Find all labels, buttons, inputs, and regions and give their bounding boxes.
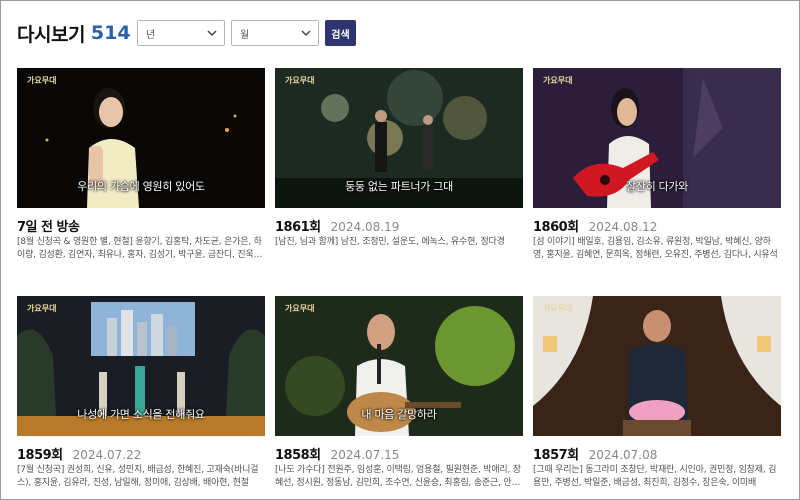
- episode-description[interactable]: [그때 우리는] 동그라미 조창단, 박재란, 시인아, 권민정, 임창제, 김…: [533, 464, 781, 490]
- episode-thumbnail[interactable]: 가요무대 나성에 가면 소식을 전해줘요: [17, 296, 265, 436]
- year-select[interactable]: 년: [137, 20, 225, 46]
- thumbnail-subtitle: 나성에 가면 소식을 전해줘요: [77, 408, 205, 421]
- thumbnail-subtitle: 둥둥 없는 파트너가 그대: [345, 180, 453, 193]
- episode-card[interactable]: 가요무대 나성에 가면 소식을 전해줘요 1859회 2024.07.22 [7…: [17, 296, 265, 490]
- month-select[interactable]: 월: [231, 20, 319, 46]
- program-logo: 가요무대: [543, 76, 573, 85]
- episode-number[interactable]: 1859회: [17, 444, 63, 463]
- episode-description[interactable]: [7월 신청곡] 권성희, 신유, 성민지, 배금성, 한혜진, 고재숙(바니걸…: [17, 464, 265, 490]
- episode-date: 2024.08.12: [588, 220, 658, 234]
- episode-thumbnail[interactable]: 가요무대 내 마음 갈망하라: [275, 296, 523, 436]
- thumbnail-subtitle: 잘잔히 다가와: [625, 180, 689, 193]
- search-button[interactable]: 검색: [325, 20, 356, 46]
- episode-description[interactable]: [섬 이야기] 배일호, 김용임, 김소유, 류원정, 박일남, 박혜신, 양하…: [533, 236, 781, 262]
- episode-card[interactable]: 가요무대 둥둥 없는 파트너가 그대 1861회 2024.08.19 [남진,…: [275, 68, 523, 262]
- episode-card[interactable]: 가요무대 내 마음 갈망하라 1858회 2024.07.15 [나도 가수다]…: [275, 296, 523, 490]
- episode-description[interactable]: [8월 신청곡 & 영원한 별, 현철] 윤향기, 김홍탁, 차도균, 은가은,…: [17, 236, 265, 262]
- thumbnail-subtitle: 우리의 가슴에 영원히 있어도: [77, 180, 205, 193]
- episode-description[interactable]: [남진, 님과 함께] 남진, 조정민, 설운도, 에녹스, 유수현, 정다경: [275, 236, 523, 262]
- episode-number[interactable]: 1860회: [533, 216, 579, 235]
- episode-thumbnail[interactable]: 가요무대: [533, 296, 781, 436]
- episode-number[interactable]: 1861회: [275, 216, 321, 235]
- chevron-down-icon: [207, 30, 217, 37]
- episode-date: 2024.07.15: [330, 448, 400, 462]
- program-logo: 가요무대: [27, 304, 57, 313]
- episode-card[interactable]: 가요무대 잘잔히 다가와 1860회 2024.08.12 [섬 이야기] 배일…: [533, 68, 781, 262]
- year-select-label: 년: [146, 29, 156, 41]
- episode-date: 2024.08.19: [330, 220, 400, 234]
- episode-number[interactable]: 1858회: [275, 444, 321, 463]
- page-title: 다시보기: [17, 23, 85, 46]
- program-logo: 가요무대: [543, 304, 573, 313]
- episode-thumbnail[interactable]: 가요무대 둥둥 없는 파트너가 그대: [275, 68, 523, 208]
- chevron-down-icon: [301, 30, 311, 37]
- program-logo: 가요무대: [285, 76, 315, 85]
- episode-thumbnail[interactable]: 가요무대 우리의 가슴에 영원히 있어도: [17, 68, 265, 208]
- episode-date: 2024.07.22: [72, 448, 142, 462]
- episode-count: 514: [90, 22, 131, 44]
- episode-card[interactable]: 가요무대 1857회 2024.07.08 [그때 우리는] 동그라미 조창단,…: [533, 296, 781, 490]
- month-select-label: 월: [240, 29, 250, 41]
- program-logo: 가요무대: [27, 76, 57, 85]
- thumbnail-image: [533, 296, 781, 436]
- thumbnail-subtitle: 내 마음 갈망하라: [361, 408, 437, 421]
- episode-number[interactable]: 1857회: [533, 444, 579, 463]
- program-logo: 가요무대: [285, 304, 315, 313]
- episode-number[interactable]: 7일 전 방송: [17, 216, 80, 235]
- episode-card[interactable]: 가요무대 우리의 가슴에 영원히 있어도 7일 전 방송 [8월 신청곡 & 영…: [17, 68, 265, 262]
- episode-date: 2024.07.08: [588, 448, 658, 462]
- episode-thumbnail[interactable]: 가요무대 잘잔히 다가와: [533, 68, 781, 208]
- episode-description[interactable]: [나도 가수다] 전원주, 임성훈, 이택림, 엄용철, 필원현준, 박애리, …: [275, 464, 523, 490]
- page-header: 다시보기 514: [17, 18, 131, 48]
